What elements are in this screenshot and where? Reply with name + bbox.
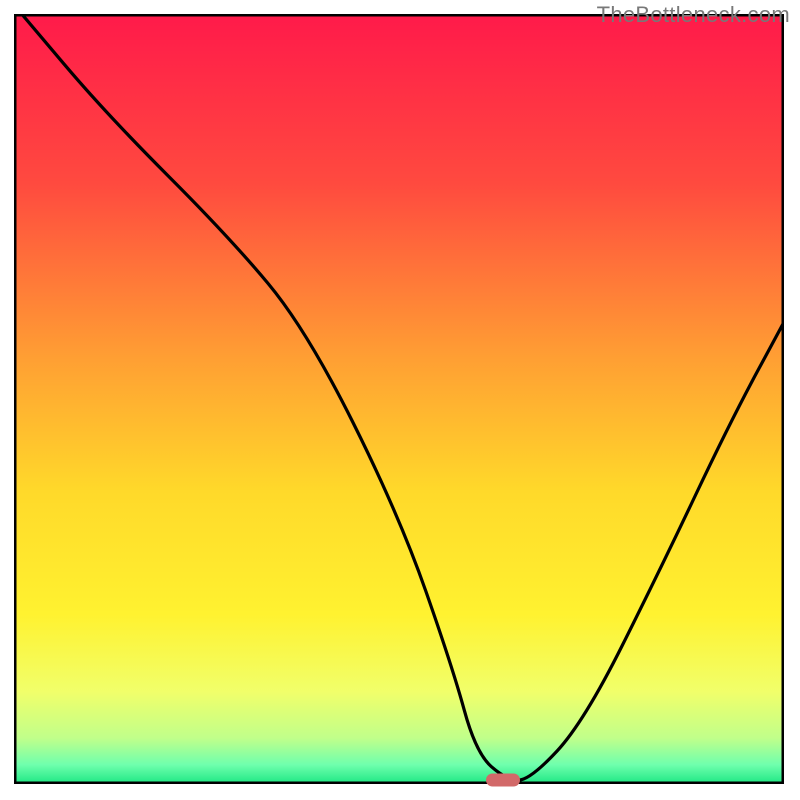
watermark-text: TheBottleneck.com [597,2,790,28]
gradient-background [14,14,784,784]
bottleneck-chart: TheBottleneck.com [0,0,800,800]
chart-svg [14,14,784,784]
optimal-marker [486,774,520,787]
